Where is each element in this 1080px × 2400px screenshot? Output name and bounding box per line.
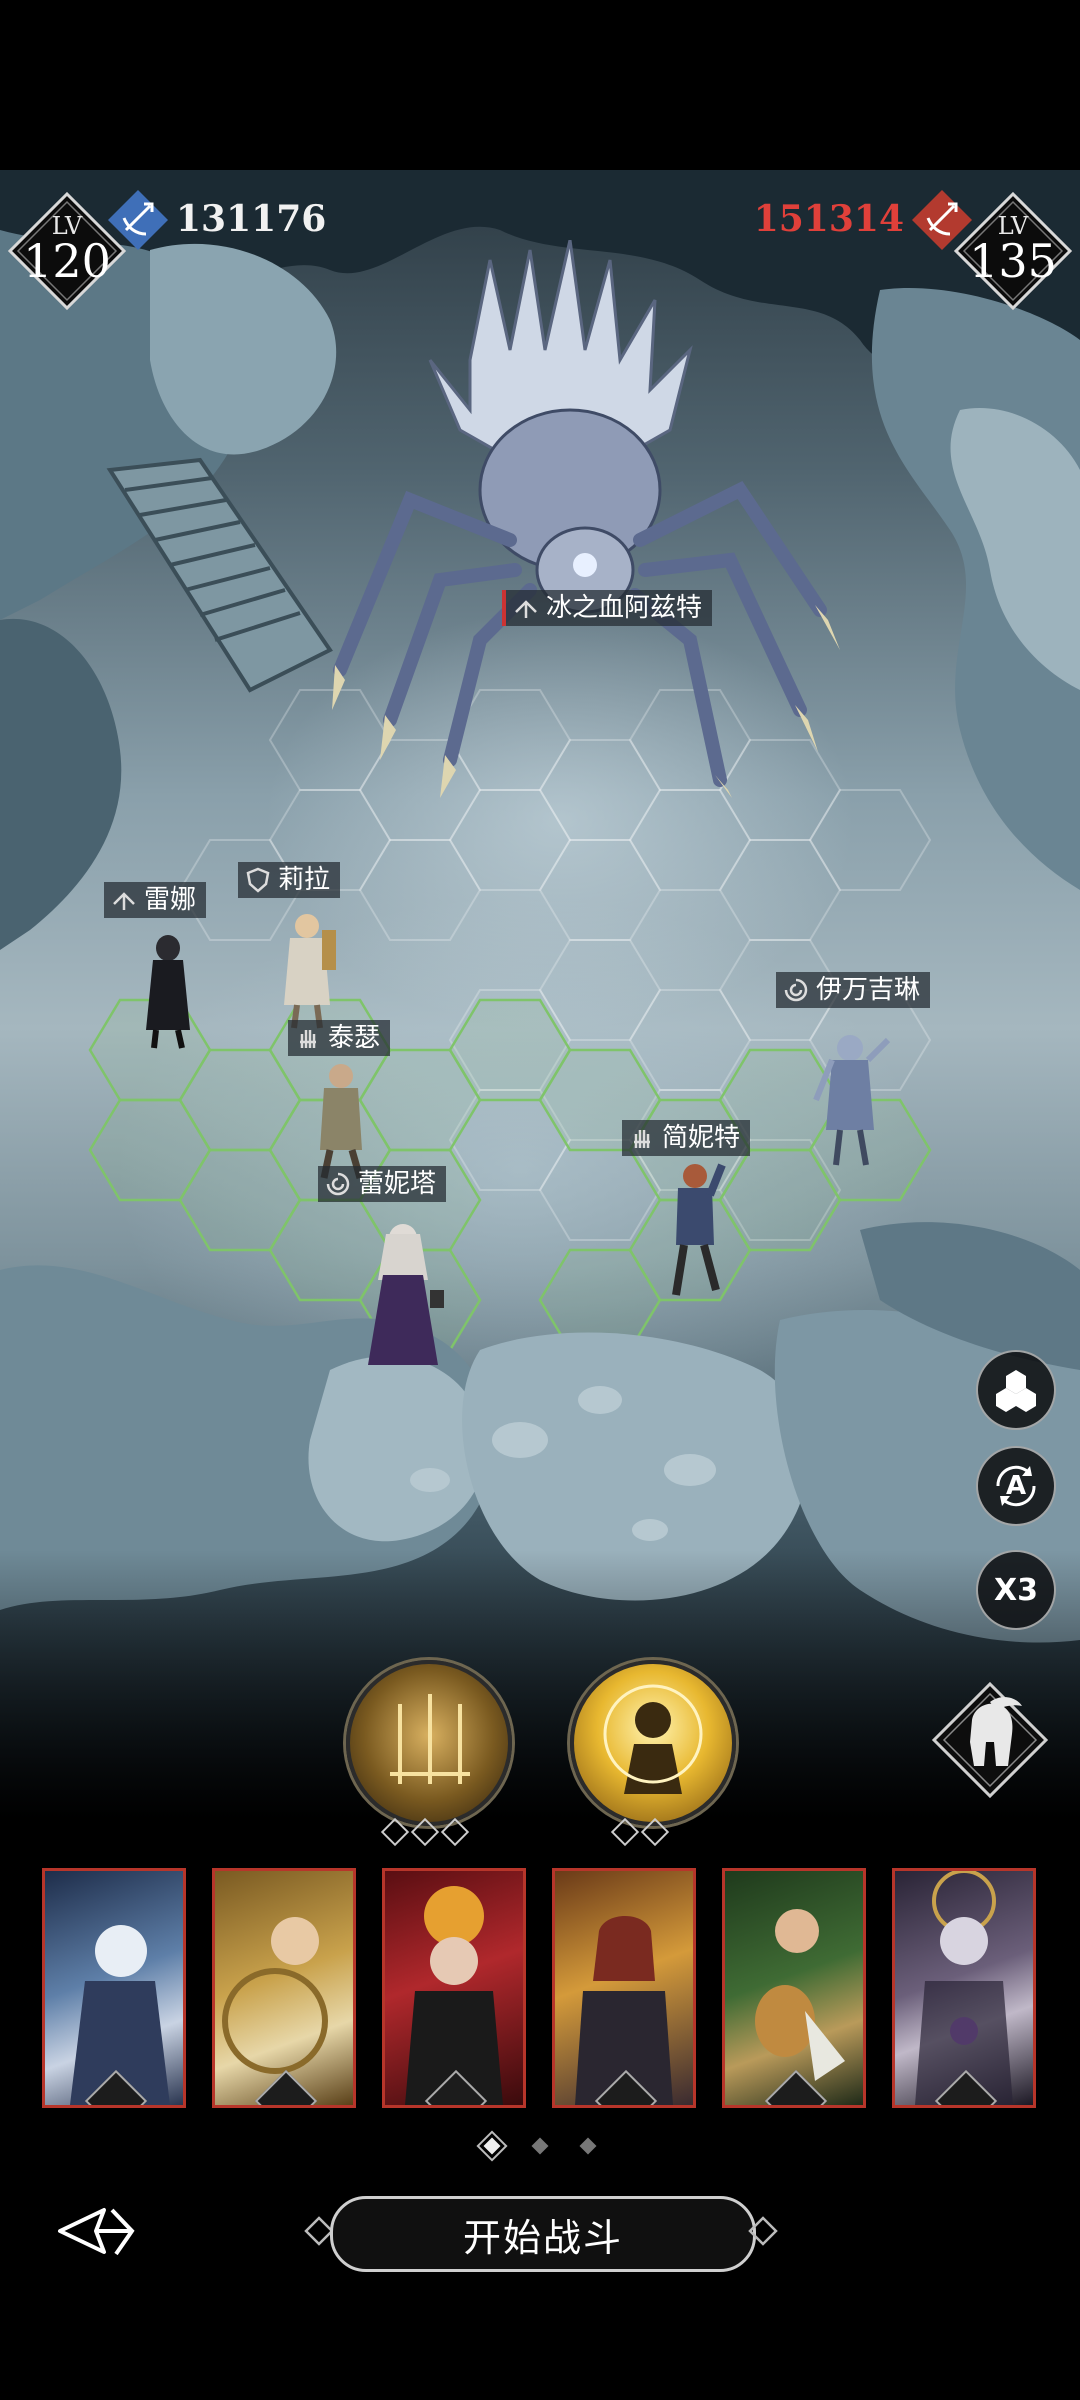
swirl-icon <box>326 1172 350 1196</box>
swirl-icon <box>784 978 808 1002</box>
skill-orb-2[interactable] <box>570 1660 736 1826</box>
enemy-power: 151314 <box>753 198 904 240</box>
hero-sprite-raina[interactable] <box>138 930 198 1050</box>
boss-spider-sprite[interactable] <box>300 240 860 800</box>
start-battle-button[interactable]: 开始战斗 <box>330 2196 756 2272</box>
hero-card-4[interactable] <box>552 1868 696 2108</box>
marksman-icon <box>113 892 135 910</box>
hero-sprite-janet[interactable] <box>660 1160 730 1300</box>
boss-name: 冰之血阿兹特 <box>546 593 703 623</box>
hand-icon <box>300 1030 316 1048</box>
auto-battle-button[interactable]: A <box>976 1446 1056 1526</box>
enemy-marksman-emblem-icon <box>912 190 972 250</box>
shield-icon <box>246 867 270 893</box>
hero-card-2[interactable] <box>212 1868 356 2108</box>
hero-card-3[interactable] <box>382 1868 526 2108</box>
formation-button[interactable] <box>976 1350 1056 1430</box>
unit-label-renita[interactable]: 蕾妮塔 <box>318 1166 447 1202</box>
ally-marksman-emblem-icon <box>108 190 168 250</box>
auto-label: A <box>1005 1471 1027 1501</box>
unit-label-janet[interactable]: 简妮特 <box>622 1120 751 1156</box>
boss-name-label[interactable]: 冰之血阿兹特 <box>502 590 713 626</box>
hero-card-6[interactable] <box>892 1868 1036 2108</box>
speed-button[interactable]: X3 <box>976 1550 1056 1630</box>
top-black-bar <box>0 0 1080 170</box>
hero-sprite-lira[interactable] <box>272 910 342 1030</box>
back-arrow-icon[interactable] <box>56 2196 136 2266</box>
skill-2-icon <box>603 1684 703 1794</box>
unit-name: 简妮特 <box>662 1123 741 1153</box>
marksman-icon <box>515 600 537 618</box>
unit-label-evangeline[interactable]: 伊万吉琳 <box>776 972 931 1008</box>
unit-label-lira[interactable]: 莉拉 <box>238 862 341 898</box>
unit-name: 泰瑟 <box>328 1023 381 1053</box>
pager-dot-1[interactable] <box>483 2137 501 2155</box>
hexagon-cluster-icon <box>996 1370 1036 1412</box>
unit-name: 莉拉 <box>278 865 331 895</box>
skill-2-charges <box>610 1817 670 1847</box>
hero-card-5[interactable] <box>722 1868 866 2108</box>
unit-label-tyse[interactable]: 泰瑟 <box>288 1020 391 1056</box>
stairs <box>106 457 333 693</box>
deploy-zone[interactable] <box>88 998 932 1352</box>
hero-card-1[interactable] <box>42 1868 186 2108</box>
roster-pager[interactable] <box>0 2137 1080 2155</box>
start-button-right-ornament <box>748 2216 778 2246</box>
skill-1-charges <box>380 1817 470 1847</box>
pager-dot-3[interactable] <box>579 2137 597 2155</box>
hero-sprite-renita[interactable] <box>358 1220 448 1370</box>
hand-icon <box>634 1130 650 1148</box>
hero-sprite-evangeline[interactable] <box>810 1030 890 1170</box>
skill-orb-1[interactable] <box>346 1660 512 1826</box>
unit-name: 雷娜 <box>144 885 197 915</box>
pager-dot-2[interactable] <box>531 2137 549 2155</box>
skill-1-icon <box>390 1694 470 1784</box>
unit-name: 伊万吉琳 <box>816 975 921 1005</box>
unit-label-raina[interactable]: 雷娜 <box>104 882 207 918</box>
spartan-helmet-button[interactable] <box>930 1680 1050 1800</box>
unit-name: 蕾妮塔 <box>358 1169 437 1199</box>
ally-power: 131176 <box>176 198 327 240</box>
hero-sprite-tyse[interactable] <box>306 1060 376 1180</box>
